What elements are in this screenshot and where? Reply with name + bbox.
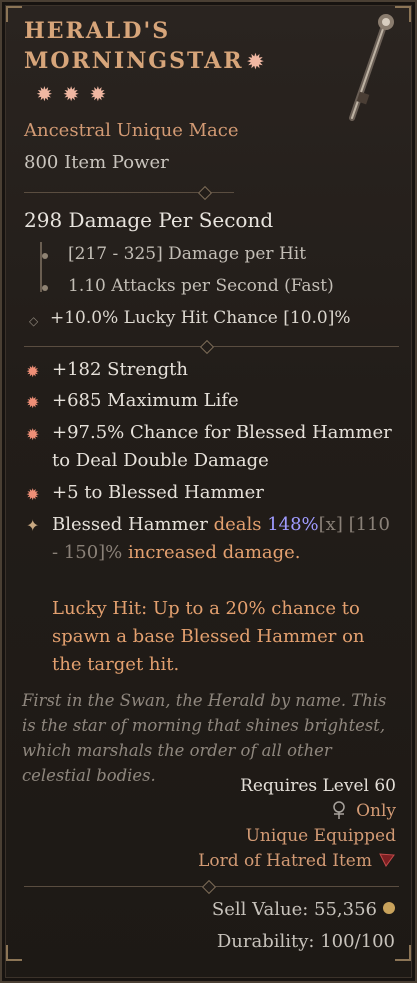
gem-socket-icon: ✹ — [247, 51, 266, 73]
lucky-hit-chance: +10.0% Lucky Hit Chance [10.0]% — [50, 308, 351, 328]
affix-star-icon: ✹ — [26, 393, 40, 412]
item-power: 800 Item Power — [24, 152, 169, 173]
durability: Durability: 100/100 — [216, 931, 395, 952]
legendary-power-icon: ✦ — [26, 516, 40, 535]
gem-sockets: ✹✹✹ — [36, 82, 116, 106]
affix-blessed-hammer-rank: +5 to Blessed Hammer — [52, 482, 264, 503]
legendary-power-line1: Blessed Hammer deals 148%[x] [110 — [52, 514, 390, 535]
affix-double-damage-line2: to Deal Double Damage — [52, 450, 269, 471]
lord-of-hatred-icon — [378, 852, 396, 868]
mace-icon — [349, 14, 394, 121]
damage-per-second: 298 Damage Per Second — [24, 208, 274, 232]
item-name-line1: HERALD'S — [24, 18, 171, 44]
flavor-text: First in the Swan, the Herald by name. T… — [22, 691, 387, 785]
class-requirement: Only — [330, 801, 396, 821]
affix-maximum-life: +685 Maximum Life — [52, 390, 239, 411]
lucky-hit-effect-line2: spawn a base Blessed Hammer on — [52, 626, 365, 647]
attacks-per-second: 1.10 Attacks per Second (Fast) — [68, 276, 334, 296]
corner-ornament — [395, 945, 411, 961]
tree-node — [42, 253, 48, 259]
item-name-line2: MORNINGSTAR — [24, 48, 244, 74]
corner-ornament — [6, 945, 22, 961]
legendary-power-line2: - 150]% increased damage. — [52, 542, 301, 563]
gem-socket-icon: ✹ — [36, 82, 63, 106]
item-title: HERALD'S MORNINGSTAR ✹ — [24, 16, 344, 77]
unique-equipped-restriction: Unique Equipped — [245, 826, 396, 846]
sell-value: Sell Value: 55,356 — [212, 899, 395, 920]
affix-star-icon: ✹ — [26, 425, 40, 444]
section-divider — [24, 339, 399, 355]
damage-per-hit: [217 - 325] Damage per Hit — [68, 244, 307, 264]
gem-socket-icon: ✹ — [62, 82, 90, 106]
lucky-hit-effect-line1: Lucky Hit: Up to a 20% chance to — [52, 598, 360, 619]
section-divider — [24, 185, 234, 201]
affix-star-icon: ✹ — [26, 485, 40, 504]
item-tooltip: HERALD'S MORNINGSTAR ✹ ✹✹✹ Ancestral Uniq… — [0, 0, 417, 983]
lucky-hit-effect-line3: the target hit. — [52, 654, 180, 675]
affix-star-icon: ✹ — [26, 362, 40, 381]
gold-coin-icon — [383, 902, 395, 914]
section-divider — [24, 879, 399, 895]
stat-tree-line — [40, 242, 42, 292]
paladin-icon — [330, 801, 348, 819]
level-requirement: Requires Level 60 — [240, 776, 396, 796]
affix-strength: +182 Strength — [52, 359, 188, 380]
affix-double-damage-line1: +97.5% Chance for Blessed Hammer — [52, 422, 392, 443]
expansion-requirement: Lord of Hatred Item — [198, 851, 396, 871]
implicit-bullet-icon: ◇ — [29, 314, 39, 328]
gem-socket-icon: ✹ — [89, 82, 117, 106]
tree-node — [42, 285, 48, 291]
corner-ornament — [6, 6, 22, 22]
item-rarity: Ancestral Unique Mace — [24, 120, 239, 141]
